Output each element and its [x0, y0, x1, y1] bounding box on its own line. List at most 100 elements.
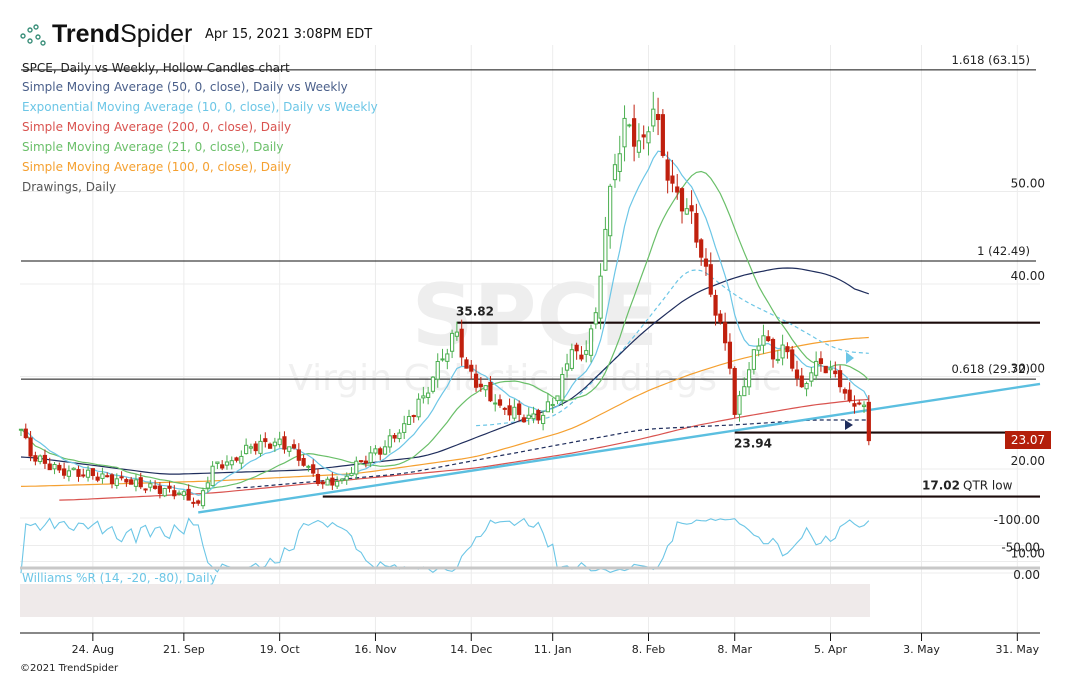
trendspider-logo: TrendSpider — [20, 20, 192, 49]
candle-up — [550, 403, 555, 407]
timestamp: Apr 15, 2021 3:08PM EDT — [205, 27, 373, 42]
trendline — [198, 382, 1041, 514]
x-tick-label: 21. Sep — [163, 643, 205, 656]
candle-up — [397, 432, 402, 440]
candle-down — [311, 464, 316, 474]
candle-up — [742, 386, 747, 397]
candle-up — [512, 406, 517, 419]
candle-down — [694, 212, 699, 243]
candle-up — [622, 117, 627, 148]
candle-down — [124, 479, 129, 483]
candle-down — [770, 338, 776, 360]
williams-tick-label: 0.00 — [1013, 568, 1040, 582]
candle-down — [689, 205, 694, 212]
chart-root: SPCE Virgin Galactic Holdings Inc 1.618 … — [0, 0, 1070, 679]
candle-up — [493, 402, 498, 405]
candle-up — [828, 367, 833, 371]
candle-up — [617, 153, 622, 172]
copyright: ©2021 TrendSpider — [20, 663, 119, 674]
candle-up — [593, 312, 598, 325]
candle-up — [229, 460, 234, 466]
candle-up — [646, 131, 651, 144]
candle-down — [42, 454, 48, 464]
candle-down — [157, 485, 163, 494]
candle-up — [545, 401, 550, 413]
candle-up — [66, 470, 72, 477]
candle-up — [406, 416, 412, 425]
candle-up — [114, 478, 119, 486]
candle-up — [148, 483, 153, 488]
candle-down — [301, 458, 306, 466]
candle-down — [220, 464, 225, 469]
candle-up — [215, 461, 220, 464]
candle-down — [392, 434, 397, 439]
candle-up — [555, 395, 560, 402]
candle-up — [445, 353, 450, 362]
candle-up — [560, 374, 565, 401]
candle-down — [81, 474, 86, 477]
x-tick-label: 8. Mar — [717, 643, 752, 656]
candle-up — [277, 438, 282, 446]
candle-up — [176, 492, 182, 495]
candle-down — [320, 481, 325, 485]
candle-up — [483, 385, 488, 391]
candle-down — [153, 485, 158, 489]
candle-up — [258, 440, 263, 454]
candle-up — [382, 446, 388, 455]
candle-down — [536, 410, 541, 421]
level-label-low: 17.02 — [922, 479, 960, 493]
candle-down — [411, 415, 416, 418]
candle-up — [588, 328, 594, 356]
candle-up — [584, 350, 589, 355]
candle-down — [497, 399, 503, 406]
candle-down — [732, 367, 737, 415]
candle-down — [28, 437, 33, 457]
candle-down — [699, 239, 704, 258]
candle-down — [852, 403, 857, 407]
candle-up — [18, 428, 24, 431]
candle-up — [344, 475, 349, 481]
candle-down — [655, 114, 661, 121]
candle-up — [162, 487, 167, 497]
candle-down — [330, 477, 335, 486]
candle-up — [402, 423, 407, 433]
candle-up — [373, 448, 378, 454]
candle-down — [866, 401, 871, 442]
candle-down — [33, 455, 38, 462]
candle-down — [713, 294, 718, 316]
x-tick-label: 19. Oct — [260, 643, 301, 656]
candle-up — [737, 395, 742, 415]
fib-label: 1.618 (63.15) — [952, 53, 1030, 67]
candle-down — [95, 476, 100, 481]
candle-down — [727, 341, 733, 369]
candle-down — [291, 444, 297, 449]
candle-up — [133, 479, 139, 487]
candle-down — [90, 468, 95, 476]
candle-down — [469, 364, 474, 372]
candle-down — [129, 479, 134, 485]
candle-up — [272, 441, 277, 447]
candle-up — [564, 363, 570, 371]
weekly-ema-marker-icon — [846, 352, 854, 364]
candle-up — [435, 361, 440, 380]
candle-up — [526, 414, 531, 419]
candle-down — [675, 186, 680, 193]
candle-up — [804, 383, 809, 390]
candle-down — [234, 457, 239, 461]
candle-down — [703, 258, 709, 267]
legend-item: Simple Moving Average (200, 0, close), D… — [22, 120, 292, 134]
y-tick-label: 40.00 — [1011, 269, 1045, 283]
candle-up — [349, 472, 354, 477]
legend-item: Simple Moving Average (21, 0, close), Da… — [22, 140, 284, 154]
candle-up — [814, 360, 819, 376]
candle-down — [47, 463, 52, 471]
watermark-symbol: SPCE — [412, 266, 659, 366]
candle-down — [488, 381, 493, 402]
candle-down — [660, 114, 665, 156]
candle-up — [603, 228, 608, 271]
candle-down — [263, 438, 268, 443]
fib-label: 1 (42.49) — [977, 244, 1030, 258]
williams-band — [20, 584, 870, 617]
candle-up — [426, 392, 431, 398]
candle-down — [837, 370, 843, 388]
